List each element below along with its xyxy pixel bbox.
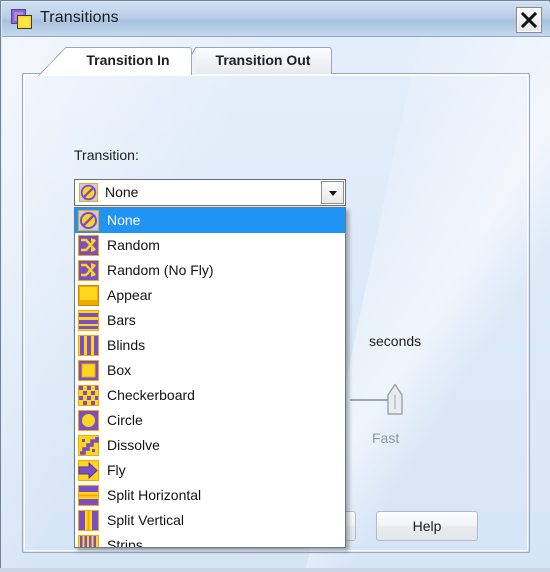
close-icon (521, 12, 537, 28)
none-transition-icon (79, 183, 98, 202)
tab-transition-out-label: Transition Out (215, 52, 311, 68)
chevron-down-icon[interactable] (321, 181, 344, 204)
dropdown-option[interactable]: Fly (75, 458, 345, 483)
tab-transition-in[interactable]: Transition In (38, 47, 192, 76)
none-transition-icon (78, 210, 99, 231)
transition-combobox-value: None (105, 184, 139, 200)
dropdown-option-label: Split Vertical (107, 512, 185, 528)
seconds-label: seconds (369, 333, 422, 349)
dropdown-option-label: Blinds (107, 337, 146, 353)
dropdown-option[interactable]: Random (No Fly) (75, 258, 345, 283)
transition-dropdown-list[interactable]: None Random Random (No Fly) Appear Bars Blind… (74, 207, 346, 548)
dropdown-option[interactable]: Dissolve (75, 433, 345, 458)
dropdown-option[interactable]: Strips (75, 533, 345, 548)
dropdown-option[interactable]: Split Horizontal (75, 483, 345, 508)
help-button[interactable]: Help (376, 511, 478, 541)
window-frame: Transitions Transition In Transition Out (0, 0, 550, 572)
tab-transition-in-label: Transition In (86, 52, 170, 68)
strips-transition-icon (78, 535, 99, 548)
speed-slider-thumb[interactable] (385, 383, 405, 417)
blinds-transition-icon (78, 335, 99, 356)
random-no-fly-transition-icon (78, 260, 99, 281)
split-horizontal-transition-icon (78, 485, 99, 506)
dropdown-option-label: Bars (107, 312, 136, 328)
speed-fast-label: Fast (372, 430, 400, 446)
dropdown-option[interactable]: Appear (75, 283, 345, 308)
transitions-dialog-window: Transitions Transition In Transition Out (0, 0, 550, 572)
title-bar[interactable]: Transitions (2, 2, 550, 37)
dropdown-option[interactable]: Circle (75, 408, 345, 433)
checkerboard-transition-icon (78, 385, 99, 406)
dropdown-option-label: None (107, 212, 141, 228)
box-transition-icon (78, 360, 99, 381)
window-title: Transitions (40, 9, 119, 26)
dialog-body: Transition In Transition Out Transition:… (2, 37, 550, 572)
dropdown-option[interactable]: Random (75, 233, 345, 258)
help-button-label: Help (412, 518, 442, 534)
fly-transition-icon (78, 460, 99, 481)
tab-strip: Transition In Transition Out (2, 37, 550, 76)
dropdown-option[interactable]: None (75, 208, 345, 233)
dropdown-option-label: Random (No Fly) (107, 262, 214, 278)
dropdown-option[interactable]: Box (75, 358, 345, 383)
transitions-squares-icon (11, 9, 33, 30)
circle-transition-icon (78, 410, 99, 431)
dropdown-option-label: Checkerboard (107, 387, 195, 403)
tab-transition-out[interactable]: Transition Out (180, 47, 332, 75)
dropdown-option[interactable]: Blinds (75, 333, 345, 358)
dropdown-option-label: Dissolve (107, 437, 160, 453)
transition-combobox[interactable]: None (74, 179, 346, 206)
dropdown-option-label: Circle (107, 412, 143, 428)
close-button[interactable] (516, 7, 542, 33)
split-vertical-transition-icon (78, 510, 99, 531)
dropdown-option-label: Fly (107, 462, 126, 478)
dropdown-option[interactable]: Bars (75, 308, 345, 333)
dropdown-option[interactable]: Checkerboard (75, 383, 345, 408)
appear-transition-icon (78, 285, 99, 306)
transition-label: Transition: (74, 147, 139, 163)
dropdown-option-label: Random (107, 237, 160, 253)
dropdown-option-label: Split Horizontal (107, 487, 202, 503)
dropdown-option-label: Box (107, 362, 132, 378)
dropdown-option[interactable]: Split Vertical (75, 508, 345, 533)
bars-transition-icon (78, 310, 99, 331)
random-transition-icon (78, 235, 99, 256)
dropdown-option-label: Strips (107, 537, 143, 548)
dropdown-option-label: Appear (107, 287, 153, 303)
dissolve-transition-icon (78, 435, 99, 456)
